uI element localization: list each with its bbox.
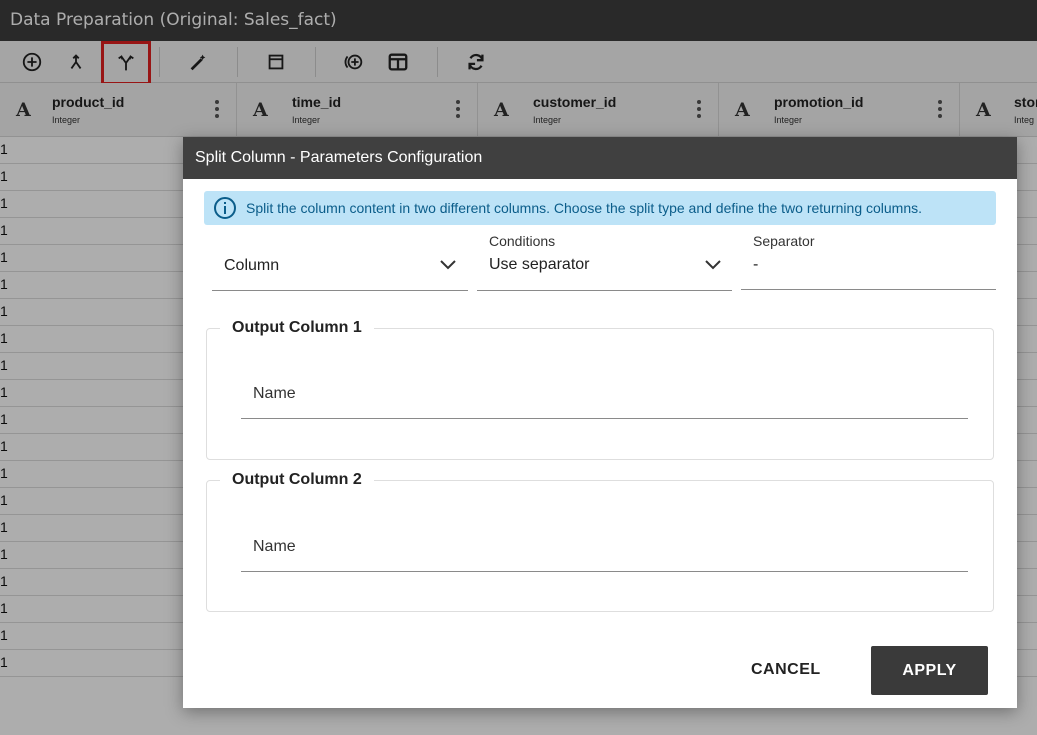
dialog-title: Split Column - Parameters Configuration (195, 149, 483, 166)
info-icon (214, 197, 236, 219)
column-select-value: Column (224, 257, 280, 274)
output-column-2-name-input[interactable] (241, 522, 968, 571)
output-column-2-name-field[interactable] (241, 522, 968, 572)
chevron-down-icon (440, 260, 456, 270)
column-select[interactable]: Column (212, 233, 468, 291)
output-column-1-group: Output Column 1 (206, 319, 994, 460)
info-text: Split the column content in two differen… (246, 200, 923, 216)
conditions-value: Use separator (489, 256, 590, 273)
output-column-2-group: Output Column 2 (206, 471, 994, 612)
conditions-label: Conditions (489, 233, 556, 249)
separator-field[interactable]: Separator - (741, 233, 996, 290)
info-banner: Split the column content in two differen… (204, 191, 996, 225)
separator-label: Separator (753, 233, 815, 249)
dialog-header: Split Column - Parameters Configuration (183, 137, 1017, 179)
output-column-2-legend: Output Column 2 (220, 471, 374, 489)
apply-button[interactable]: APPLY (871, 646, 988, 695)
cancel-button[interactable]: CANCEL (751, 650, 821, 690)
chevron-down-icon (705, 260, 721, 270)
separator-value[interactable]: - (753, 256, 758, 274)
output-column-1-name-input[interactable] (241, 369, 968, 418)
split-column-dialog: Split Column - Parameters Configuration … (183, 137, 1017, 708)
output-column-1-legend: Output Column 1 (220, 319, 374, 337)
conditions-select[interactable]: Conditions Use separator (477, 233, 732, 291)
output-column-1-name-field[interactable] (241, 369, 968, 419)
